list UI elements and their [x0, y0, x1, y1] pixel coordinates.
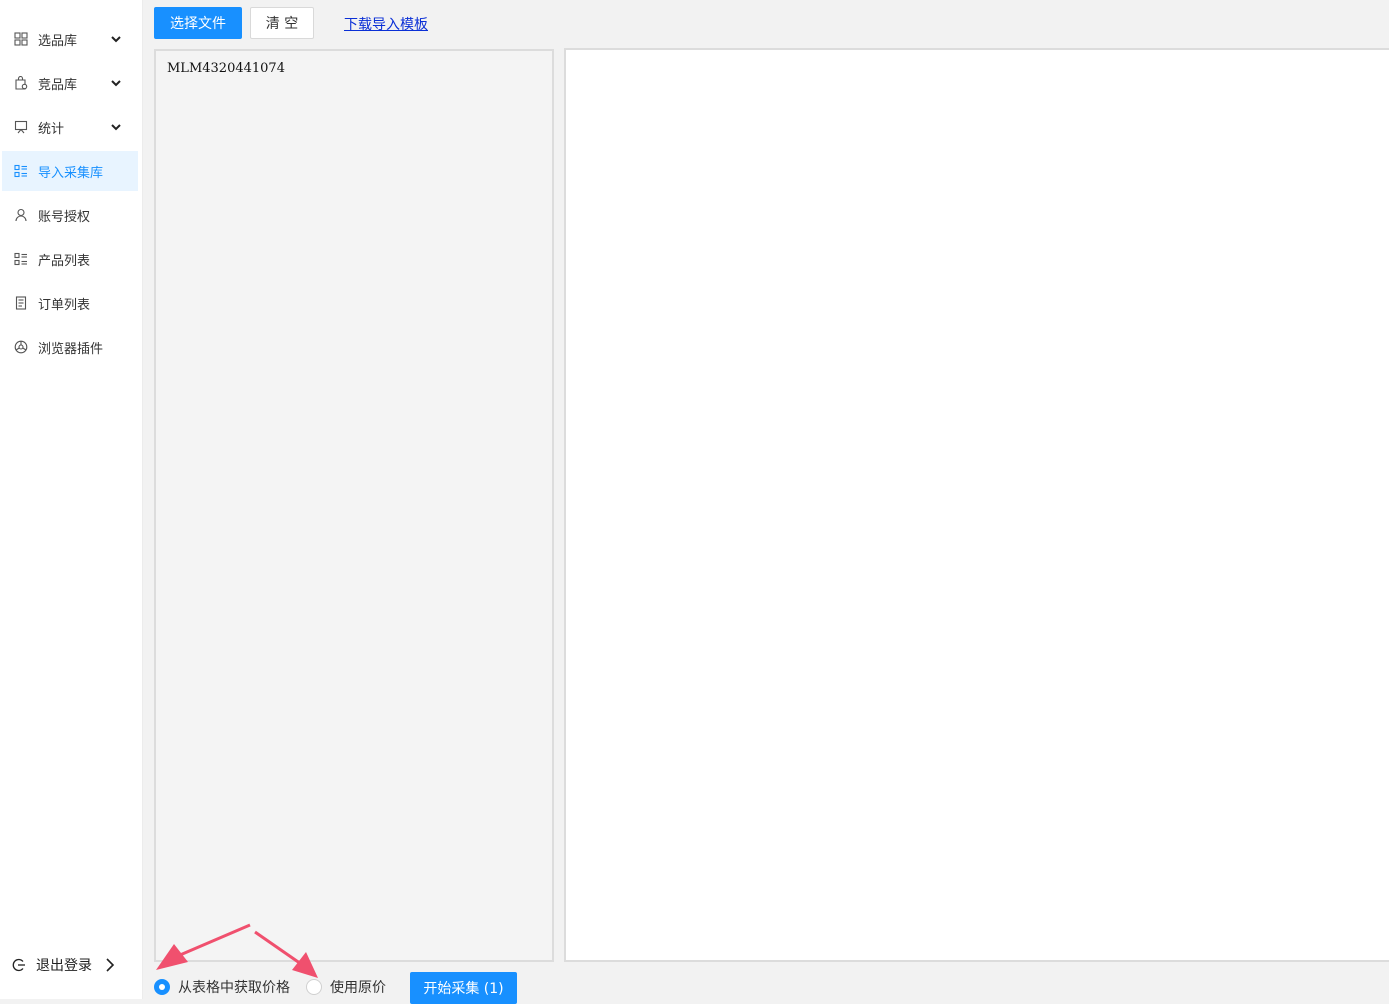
chevron-down-icon	[111, 80, 121, 87]
sidebar-item-competitor-library[interactable]: 竞品库	[2, 63, 138, 103]
sidebar-item-label: 统计	[38, 121, 65, 137]
sidebar-item-label: 导入采集库	[38, 165, 104, 181]
chevron-down-icon	[111, 124, 121, 131]
plugin-icon	[14, 340, 28, 354]
list-icon	[14, 252, 28, 266]
sidebar: 选品库 竞品库 统计 导入采集库 账号授权 产品列表 订单列表 浏览器插件 退出…	[0, 0, 143, 999]
sidebar-item-label: 订单列表	[38, 297, 91, 313]
price-from-table-option[interactable]: 从表格中获取价格	[154, 977, 290, 997]
sidebar-item-label: 竞品库	[38, 77, 78, 93]
radio-checked[interactable]	[154, 979, 170, 995]
logout-icon	[12, 958, 26, 972]
sidebar-item-product-list[interactable]: 产品列表	[2, 239, 138, 279]
sidebar-item-label: 产品列表	[38, 253, 91, 269]
sidebar-item-label: 选品库	[38, 33, 78, 49]
list-icon	[14, 164, 28, 178]
sidebar-item-label: 浏览器插件	[38, 341, 104, 357]
item-id-input[interactable]	[154, 49, 554, 962]
grid-icon	[14, 32, 28, 46]
logout-label: 退出登录	[36, 958, 92, 974]
sidebar-item-product-selection[interactable]: 选品库	[2, 19, 138, 59]
use-original-price-label: 使用原价	[330, 980, 386, 996]
start-collection-button[interactable]: 开始采集 (1)	[410, 972, 517, 1004]
user-icon	[14, 208, 28, 222]
sidebar-item-account-authorization[interactable]: 账号授权	[2, 195, 138, 235]
select-file-button[interactable]: 选择文件	[154, 7, 242, 39]
sidebar-item-label: 账号授权	[38, 209, 91, 225]
result-panel	[564, 48, 1389, 962]
price-from-table-label: 从表格中获取价格	[178, 980, 290, 996]
use-original-price-option[interactable]: 使用原价	[306, 977, 386, 997]
sidebar-item-order-list[interactable]: 订单列表	[2, 283, 138, 323]
board-icon	[14, 120, 28, 134]
sidebar-item-browser-plugin[interactable]: 浏览器插件	[2, 327, 138, 367]
logout-button[interactable]: 退出登录	[12, 952, 116, 978]
chevron-right-icon	[106, 958, 115, 972]
download-template-link[interactable]: 下载导入模板	[344, 14, 428, 34]
radio-unchecked[interactable]	[306, 979, 322, 995]
document-icon	[14, 296, 28, 310]
sidebar-item-import-collection[interactable]: 导入采集库	[2, 151, 138, 191]
chevron-down-icon	[111, 36, 121, 43]
bag-icon	[14, 76, 28, 90]
clear-button[interactable]: 清 空	[250, 7, 314, 39]
sidebar-item-statistics[interactable]: 统计	[2, 107, 138, 147]
